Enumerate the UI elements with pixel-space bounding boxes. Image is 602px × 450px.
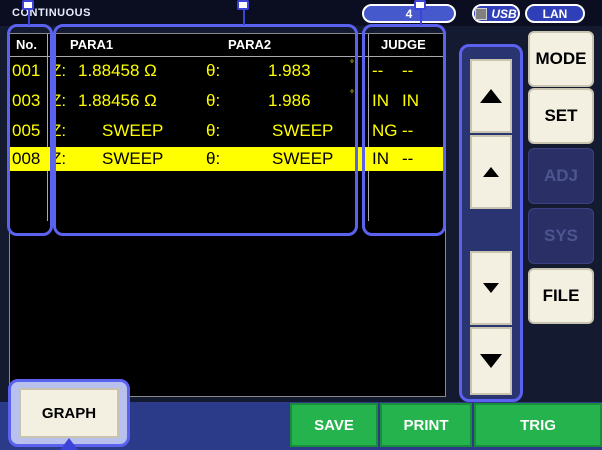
judge-1: IN <box>372 91 389 110</box>
para2-label: θ: <box>206 149 221 168</box>
para2-value: 1.986 <box>268 91 311 110</box>
judge-1: NG <box>372 121 398 140</box>
selected-list-row[interactable]: 008 Z: SWEEP θ: SWEEP IN -- <box>10 147 445 171</box>
para1-label: Z: <box>51 61 67 80</box>
judge-2: -- <box>402 61 414 80</box>
graph-label: GRAPH <box>41 404 97 422</box>
header-judge: JUDGE <box>381 37 426 52</box>
print-button[interactable]: PRINT <box>380 403 472 447</box>
trig-button[interactable]: TRIG <box>474 403 602 447</box>
graph-button[interactable]: GRAPH <box>19 388 119 438</box>
usb-drive-icon <box>475 7 488 20</box>
para1-label: Z: <box>51 121 67 140</box>
title-bar: CONTINUOUS 4 USB LAN <box>0 0 602 26</box>
mode-label: MODE <box>535 49 587 68</box>
judge-1: IN <box>372 149 389 168</box>
judge-1: -- <box>372 61 384 80</box>
print-label: PRINT <box>403 416 449 434</box>
sys-label: SYS <box>543 226 579 245</box>
para1-value: SWEEP <box>102 149 164 168</box>
para1-value: 1.88458 Ω <box>78 61 157 80</box>
measurement-list: No. PARA1 PARA2 JUDGE 001 Z: 1.88458 Ω θ… <box>9 33 446 397</box>
para2-label: θ: <box>206 121 221 140</box>
count-value: 4 <box>405 6 413 21</box>
save-button[interactable]: SAVE <box>290 403 378 447</box>
para2-value: 1.983 <box>268 61 311 80</box>
page-up-button[interactable] <box>470 59 512 133</box>
callout-marker <box>237 0 249 10</box>
trig-label: TRIG <box>520 416 556 434</box>
header-para2: PARA2 <box>228 37 272 52</box>
set-button[interactable]: SET <box>528 88 594 144</box>
row-number: 005 <box>12 121 41 140</box>
judge-2: -- <box>402 149 414 168</box>
para1-label: Z: <box>51 149 67 168</box>
lan-indicator: LAN <box>525 4 585 23</box>
set-label: SET <box>544 106 578 125</box>
para1-label: Z: <box>51 91 67 110</box>
para2-unit: ° <box>350 59 354 70</box>
scroll-controls <box>459 44 523 402</box>
scroll-up-button[interactable] <box>470 135 512 209</box>
adj-label: ADJ <box>543 166 578 185</box>
header-no: No. <box>16 37 37 52</box>
para1-value: SWEEP <box>102 121 164 140</box>
usb-indicator: USB <box>472 4 520 23</box>
list-row[interactable]: 003 Z: 1.88456 Ω θ: 1.986 ° IN IN <box>10 89 445 113</box>
down-icon <box>483 283 499 293</box>
count-indicator: 4 <box>362 4 456 23</box>
lan-label: LAN <box>542 6 568 21</box>
callout-marker <box>414 0 426 10</box>
row-number: 001 <box>12 61 41 80</box>
page-down-icon <box>480 354 502 368</box>
judge-2: IN <box>402 91 419 110</box>
scroll-down-button[interactable] <box>470 251 512 325</box>
para2-value: SWEEP <box>272 149 334 168</box>
row-number: 008 <box>12 149 41 168</box>
usb-label: USB <box>491 6 517 21</box>
judge-2: -- <box>402 121 414 140</box>
para2-value: SWEEP <box>272 121 334 140</box>
callout-marker <box>22 0 34 10</box>
mode-button[interactable]: MODE <box>528 31 594 87</box>
pointer-arrow-icon <box>60 438 78 450</box>
para2-label: θ: <box>206 61 221 80</box>
row-number: 003 <box>12 91 41 110</box>
page-down-button[interactable] <box>470 327 512 395</box>
para1-value: 1.88456 Ω <box>78 91 157 110</box>
up-icon <box>483 167 499 177</box>
list-header: No. PARA1 PARA2 JUDGE <box>10 34 445 57</box>
page-up-icon <box>480 89 502 103</box>
file-label: FILE <box>542 286 580 305</box>
header-para1: PARA1 <box>70 37 114 52</box>
graph-callout: GRAPH <box>8 379 130 450</box>
list-row[interactable]: 001 Z: 1.88458 Ω θ: 1.983 ° -- -- <box>10 59 445 83</box>
file-button[interactable]: FILE <box>528 268 594 324</box>
list-row[interactable]: 005 Z: SWEEP θ: SWEEP NG -- <box>10 119 445 143</box>
para2-unit: ° <box>350 89 354 100</box>
sys-button: SYS <box>528 208 594 264</box>
adj-button: ADJ <box>528 148 594 204</box>
para2-label: θ: <box>206 91 221 110</box>
save-label: SAVE <box>314 416 354 434</box>
continuous-screen: CONTINUOUS 4 USB LAN No. PARA1 PARA2 JUD… <box>0 0 602 450</box>
